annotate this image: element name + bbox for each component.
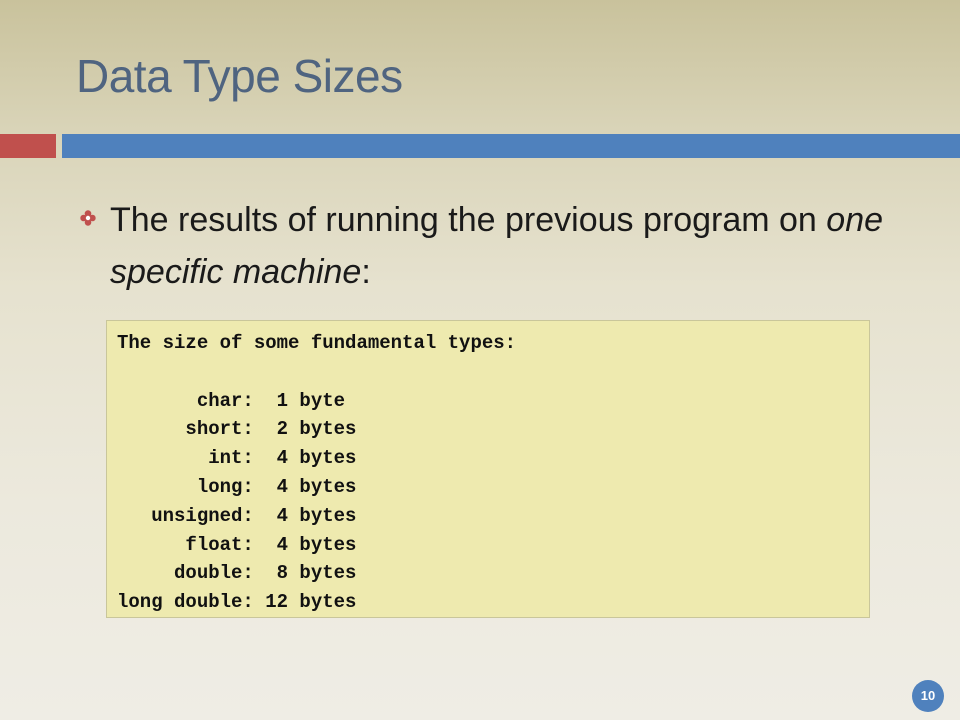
output-line-int: int: 4 bytes	[117, 447, 357, 470]
output-line-short: short: 2 bytes	[117, 418, 357, 441]
output-line-double: double: 8 bytes	[117, 562, 357, 585]
bullet-text: The results of running the previous prog…	[110, 194, 900, 298]
output-line-blank	[117, 358, 869, 387]
output-line-char: char: 1 byte	[117, 389, 346, 412]
title-accent-bar-blue	[62, 134, 960, 158]
program-output-box: The size of some fundamental types: char…	[106, 320, 870, 618]
slide-title: Data Type Sizes	[76, 50, 403, 102]
bullet-item: The results of running the previous prog…	[80, 194, 900, 298]
output-line-long: long: 4 bytes	[117, 475, 357, 498]
output-line-unsigned: unsigned: 4 bytes	[117, 504, 357, 527]
bullet-text-after: :	[361, 253, 371, 291]
title-accent-bar-red	[0, 134, 56, 158]
output-line-long-double: long double: 12 bytes	[117, 591, 357, 614]
flower-bullet-icon	[80, 210, 96, 226]
page-number-badge: 10	[912, 680, 944, 712]
bullet-text-before: The results of running the previous prog…	[110, 201, 827, 239]
output-line-float: float: 4 bytes	[117, 533, 357, 556]
output-line-header: The size of some fundamental types:	[117, 332, 517, 354]
